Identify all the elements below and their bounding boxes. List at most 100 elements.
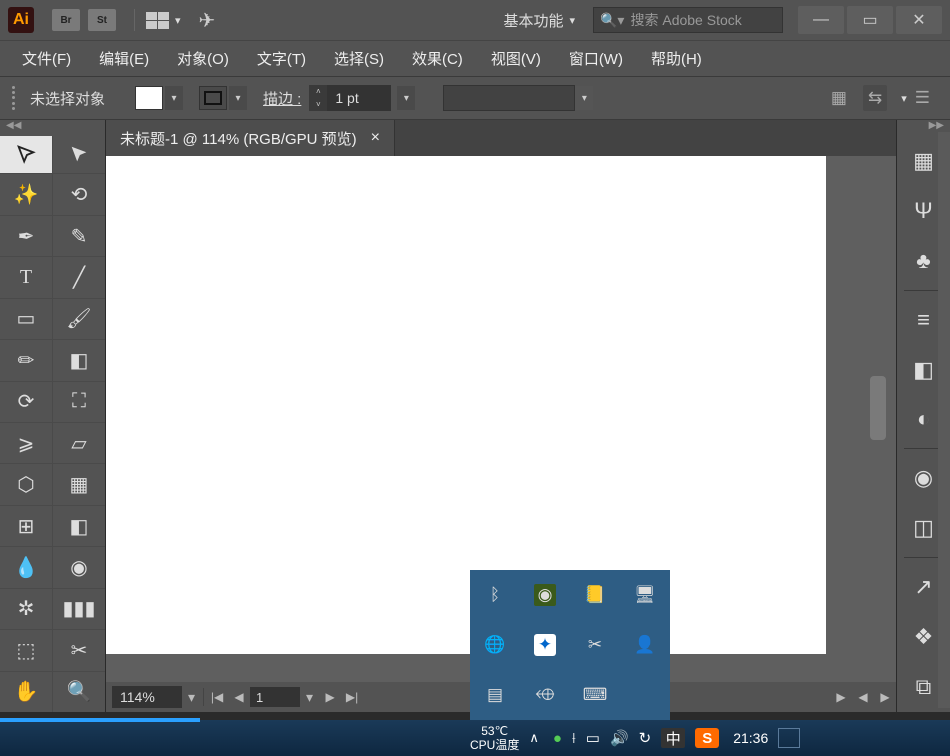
last-artboard-button[interactable]: ▶| [341,690,363,704]
sogou-ime-icon[interactable]: S [695,728,719,748]
stroke-weight-stepper[interactable]: ˄˅ [309,85,391,111]
ime-indicator[interactable]: 中 [661,728,685,748]
eyedropper-tool[interactable]: 💧 [0,547,52,587]
arrange-documents-button[interactable] [145,11,169,29]
scrollbar-thumb[interactable] [870,376,886,440]
rectangle-tool[interactable]: ▭ [0,299,52,339]
tray-expand-button[interactable]: ∧ [529,730,539,746]
export-panel-icon[interactable]: ↗ [907,570,941,604]
artboard-tool[interactable]: ⬚ [0,630,52,670]
slice-tool[interactable]: ✂ [53,630,105,670]
gradient-tool[interactable]: ◧ [53,506,105,546]
artboards-panel-icon[interactable]: ⧉ [907,670,941,704]
free-transform-tool[interactable]: ▱ [53,423,105,463]
menu-type[interactable]: 文字(T) [243,44,320,73]
selection-tool[interactable] [0,136,52,173]
cpu-temp-widget[interactable]: 53℃ CPU温度 [470,724,519,752]
align-icon[interactable]: ▦ [831,88,847,108]
prev-artboard-button[interactable]: ◀ [228,690,250,704]
security-tray-icon[interactable]: ✦ [534,634,556,656]
remote-desktop-tray-icon[interactable]: 🖥 [634,584,656,606]
menu-help[interactable]: 帮助(H) [637,44,716,73]
column-graph-tool[interactable]: ▮▮▮ [53,589,105,629]
blend-tool[interactable]: ◉ [53,547,105,587]
snipping-tray-icon[interactable]: ✂ [584,634,606,656]
chevron-down-icon[interactable]: ▾ [901,92,907,105]
hand-tool[interactable]: ✋ [0,672,52,712]
user-tray-icon[interactable]: 👤 [634,634,656,656]
chevron-down-icon[interactable]: ▾ [175,14,181,27]
clock[interactable]: 21:36 [733,730,768,746]
stroke-weight-input[interactable] [327,85,391,111]
layers-panel-icon[interactable]: ❖ [907,620,941,654]
shape-builder-tool[interactable]: ⬡ [0,464,52,504]
next-artboard-button[interactable]: ▶ [319,690,341,704]
h-scroll-left[interactable]: ◀ [852,690,874,704]
fill-dropdown[interactable]: ▾ [165,86,183,110]
transparency-panel-icon[interactable]: ◐ [907,402,941,436]
maximize-button[interactable]: ▭ [847,6,893,34]
bridge-button[interactable]: Br [52,9,80,31]
stroke-dropdown[interactable]: ▾ [229,86,247,110]
app-right-scrollbar[interactable] [938,132,950,708]
wifi-tray-icon[interactable]: ⟊ [572,730,576,747]
h-scroll-end[interactable]: ▶ [874,690,896,704]
stock-search-input[interactable]: 🔍▾ 搜索 Adobe Stock [593,7,783,33]
stroke-swatch[interactable] [199,86,227,110]
close-button[interactable]: ✕ [896,6,942,34]
graphic-styles-panel-icon[interactable]: ◫ [907,511,941,545]
menu-window[interactable]: 窗口(W) [555,44,637,73]
battery-tray-icon[interactable]: ▭ [586,729,600,747]
vertical-scrollbar[interactable] [870,156,886,682]
artboard-canvas[interactable] [106,156,826,654]
menu-object[interactable]: 对象(O) [163,44,243,73]
sync-tray-icon[interactable]: ↻ [639,729,652,747]
rotate-tool[interactable]: ⟳ [0,382,52,422]
bluetooth-tray-icon[interactable]: ᛒ [484,584,506,606]
line-segment-tool[interactable]: ╱ [53,257,105,297]
magic-wand-tool[interactable]: ✨ [0,174,52,214]
panel-menu-icon[interactable]: ☰ [915,88,930,108]
perspective-grid-tool[interactable]: ▦ [53,464,105,504]
gradient-panel-icon[interactable]: ◧ [907,353,941,387]
fill-swatch[interactable] [135,86,163,110]
symbol-sprayer-tool[interactable]: ✲ [0,589,52,629]
action-center-button[interactable] [778,728,800,748]
evernote-tray-icon[interactable]: 📒 [584,584,606,606]
zoom-level-input[interactable]: 114% [112,686,182,708]
close-tab-icon[interactable]: × [371,129,380,147]
swatches-panel-icon[interactable]: ▦ [907,144,941,178]
menu-select[interactable]: 选择(S) [320,44,398,73]
menu-edit[interactable]: 编辑(E) [85,44,163,73]
menu-file[interactable]: 文件(F) [8,44,85,73]
step-down-icon[interactable]: ˅ [309,98,327,111]
keyboard-tray-icon[interactable]: ⌨ [584,684,606,706]
gpu-performance-icon[interactable]: ✈ [199,8,216,33]
preferences-icon[interactable]: ⇆ [863,85,887,111]
browser-tray-icon[interactable]: 🌐 [484,634,506,656]
direct-selection-tool[interactable] [53,136,105,173]
collapse-tools-icon[interactable]: ◀◀ [0,120,105,136]
artboard-number-input[interactable] [250,687,300,707]
width-tool[interactable]: ⩾ [0,423,52,463]
pen-tool[interactable]: ✒ [0,216,52,256]
appearance-panel-icon[interactable]: ◉ [907,461,941,495]
symbols-panel-icon[interactable]: ♣ [907,244,941,278]
minimize-button[interactable]: ― [798,6,844,34]
shaper-tool[interactable]: ✏ [0,340,52,380]
menu-effect[interactable]: 效果(C) [398,44,477,73]
paintbrush-tool[interactable]: 🖌 [53,299,105,339]
artboard-dropdown-icon[interactable]: ▾ [300,689,319,706]
document-tab[interactable]: 未标题-1 @ 114% (RGB/GPU 预览) × [106,120,395,156]
workspace-selector[interactable]: 基本功能 ▾ [493,6,585,35]
menu-view[interactable]: 视图(V) [477,44,555,73]
volume-tray-icon[interactable]: 🔊 [610,729,629,747]
zoom-tool[interactable]: 🔍 [53,672,105,712]
brushes-panel-icon[interactable]: Ψ [907,194,941,228]
wechat-tray-icon[interactable]: ● [553,730,562,747]
stroke-label[interactable]: 描边 : [263,88,301,109]
stroke-panel-icon[interactable]: ≡ [907,303,941,337]
eraser-tool[interactable]: ◧ [53,340,105,380]
drive-tray-icon[interactable]: ▤ [484,684,506,706]
zoom-dropdown-icon[interactable]: ▾ [182,689,201,706]
